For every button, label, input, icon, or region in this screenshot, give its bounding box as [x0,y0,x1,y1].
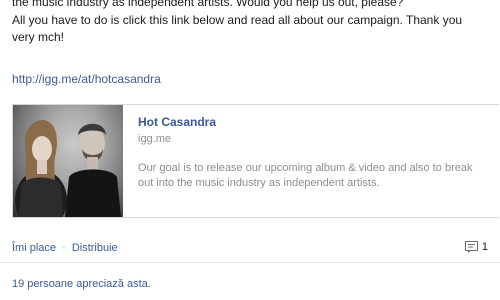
comment-count: 1 [481,241,488,253]
post-text-line: very mch! [12,30,65,44]
post-text-line: the music industry as independent artist… [12,0,404,9]
link-preview-body: Hot Casandra igg.me Our goal is to relea… [138,115,491,190]
divider [0,262,500,263]
likes-summary[interactable]: 19 persoane apreciază asta. [12,277,151,291]
comment-count-button[interactable]: 1 [464,239,488,255]
post-actions: Îmi place · Distribuie [12,241,118,255]
post-text-line: All you have to do is click this link be… [12,12,463,27]
action-separator: · [62,242,66,254]
campaign-link[interactable]: http://igg.me/at/hotcasandra [12,71,161,88]
band-photo-thumbnail[interactable] [13,105,123,217]
share-button[interactable]: Distribuie [72,242,118,254]
link-preview-card[interactable]: Hot Casandra igg.me Our goal is to relea… [12,104,499,218]
band-photo-icon [15,120,121,217]
link-preview-domain: igg.me [138,133,172,145]
post-text: the music industry as independent artist… [12,0,498,47]
link-preview-title[interactable]: Hot Casandra [138,115,491,130]
comment-icon [464,241,478,253]
link-preview-description: Our goal is to release our upcoming albu… [138,162,473,189]
like-button[interactable]: Îmi place [12,242,56,254]
